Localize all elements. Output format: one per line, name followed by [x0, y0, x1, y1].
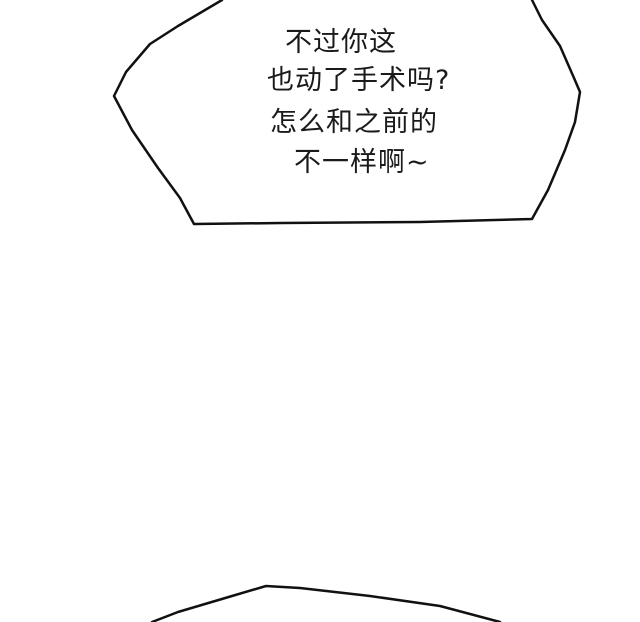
dialogue-line-1: 不过你这: [285, 27, 397, 58]
comic-panel: 不过你这 也动了手术吗? 怎么和之前的 不一样啊~: [0, 0, 640, 622]
dialogue-line-2: 也动了手术吗?: [267, 65, 451, 96]
lower-bubble-edge: [150, 584, 502, 622]
dialogue-line-4: 不一样啊~: [294, 147, 430, 178]
dialogue-line-3: 怎么和之前的: [270, 107, 438, 138]
